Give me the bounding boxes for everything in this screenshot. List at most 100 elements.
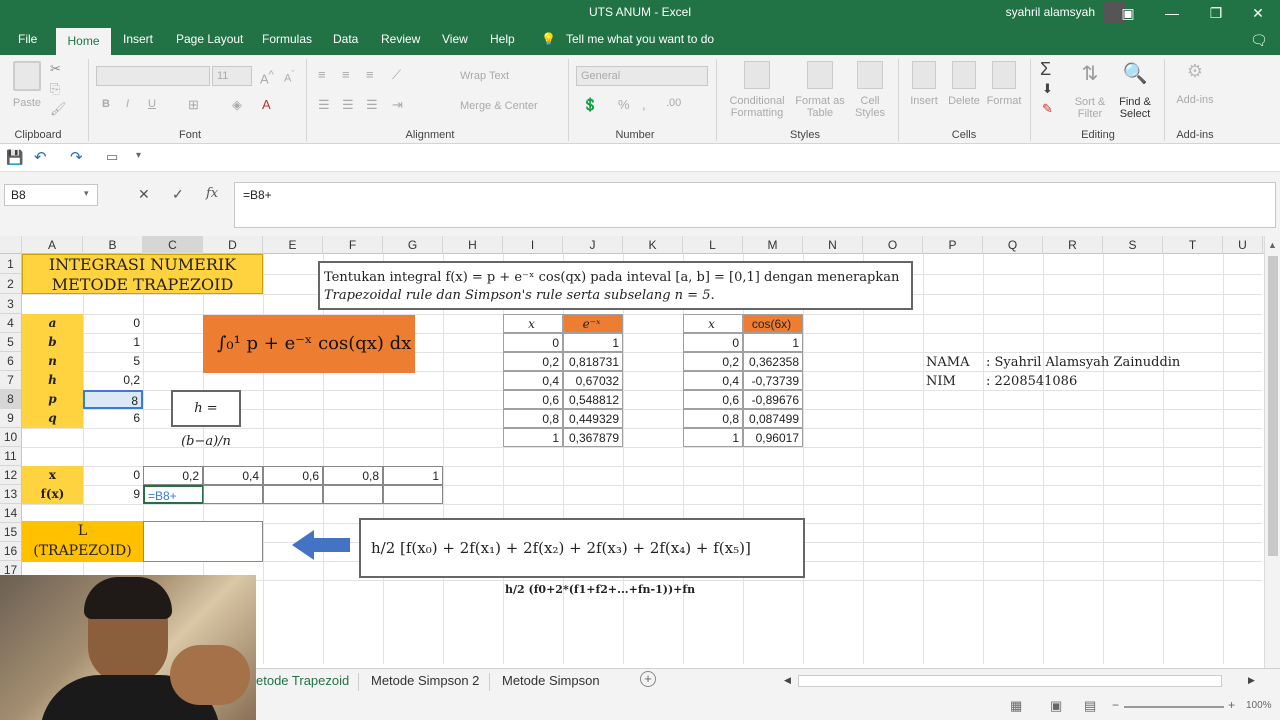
- name-box-dropdown-icon[interactable]: ▾: [84, 188, 89, 199]
- page-layout-view-icon[interactable]: ▣: [1050, 698, 1062, 714]
- active-edit-cell-c13[interactable]: =B8+: [143, 485, 204, 504]
- exp-table-x[interactable]: 0,2: [503, 352, 563, 371]
- sheet-tab-trapezoid[interactable]: etode Trapezoid: [256, 673, 349, 688]
- x-value[interactable]: 0: [83, 466, 143, 485]
- x-value[interactable]: 0,2: [143, 466, 203, 485]
- param-value[interactable]: 5: [83, 352, 143, 371]
- italic-button[interactable]: I: [126, 98, 129, 110]
- cancel-icon[interactable]: ✕: [138, 186, 150, 203]
- delete-cells-button[interactable]: Delete: [944, 61, 984, 107]
- zoom-level[interactable]: 100%: [1246, 700, 1272, 711]
- zoom-out-icon[interactable]: −: [1112, 698, 1119, 712]
- tab-review[interactable]: Review: [381, 32, 420, 46]
- zoom-in-icon[interactable]: +: [1228, 698, 1235, 712]
- column-header[interactable]: P: [923, 236, 983, 254]
- fx-empty-cell[interactable]: [203, 485, 263, 504]
- insert-cells-button[interactable]: Insert: [904, 61, 944, 107]
- column-header[interactable]: L: [683, 236, 743, 254]
- tell-me-box[interactable]: Tell me what you want to do: [566, 32, 714, 46]
- param-label[interactable]: a: [22, 314, 83, 333]
- fill-icon[interactable]: ⬇: [1042, 81, 1053, 97]
- customize-qat-icon[interactable]: ▾: [136, 150, 141, 161]
- indent-icon[interactable]: ⇥: [392, 97, 403, 113]
- redo-icon[interactable]: ↷: [70, 148, 83, 166]
- column-header[interactable]: C: [143, 236, 203, 254]
- cos-table-f[interactable]: 0,362358: [743, 352, 803, 371]
- format-as-table-button[interactable]: Format as Table: [792, 61, 848, 119]
- bold-button[interactable]: B: [102, 98, 110, 110]
- percent-icon[interactable]: %: [618, 97, 630, 112]
- underline-button[interactable]: U: [148, 98, 156, 110]
- x-value[interactable]: 0,4: [203, 466, 263, 485]
- exp-table-f[interactable]: 0,367879: [563, 428, 623, 447]
- decrease-font-icon[interactable]: Aˇ: [284, 69, 294, 85]
- param-label[interactable]: b: [22, 333, 83, 352]
- row-header[interactable]: 6: [0, 352, 22, 371]
- align-middle-icon[interactable]: ≡: [342, 67, 350, 82]
- formula-input[interactable]: =B8+: [234, 182, 1276, 228]
- column-header[interactable]: T: [1163, 236, 1223, 254]
- vertical-scrollbar[interactable]: ▲: [1264, 236, 1280, 668]
- exp-table-f[interactable]: 0,449329: [563, 409, 623, 428]
- column-header[interactable]: F: [323, 236, 383, 254]
- align-right-icon[interactable]: ☰: [366, 97, 378, 113]
- currency-icon[interactable]: 💲: [582, 97, 598, 113]
- align-top-icon[interactable]: ≡: [318, 67, 326, 82]
- tab-insert[interactable]: Insert: [123, 32, 153, 46]
- param-value[interactable]: 0: [83, 314, 143, 333]
- exp-table-x[interactable]: 0,4: [503, 371, 563, 390]
- font-name-dropdown[interactable]: [96, 66, 210, 86]
- fx-value[interactable]: 9: [83, 485, 143, 504]
- merge-center-button[interactable]: Merge & Center: [460, 100, 538, 112]
- page-break-view-icon[interactable]: ▤: [1084, 698, 1096, 714]
- row-header[interactable]: 7: [0, 371, 22, 390]
- undo-icon[interactable]: ↶: [34, 148, 47, 166]
- sheet-tab-simpson-2[interactable]: Metode Simpson 2: [371, 673, 479, 688]
- row-header[interactable]: 4: [0, 314, 22, 333]
- param-label[interactable]: n: [22, 352, 83, 371]
- column-header[interactable]: A: [22, 236, 83, 254]
- fx-empty-cell[interactable]: [263, 485, 323, 504]
- user-name[interactable]: syahril alamsyah: [1006, 5, 1095, 19]
- column-header[interactable]: R: [1043, 236, 1103, 254]
- add-sheet-icon[interactable]: +: [640, 671, 656, 687]
- comma-icon[interactable]: ,: [642, 97, 646, 112]
- fx-empty-cell[interactable]: [383, 485, 443, 504]
- tab-help[interactable]: Help: [490, 32, 515, 46]
- ribbon-display-icon[interactable]: ▣: [1108, 2, 1148, 24]
- column-header[interactable]: E: [263, 236, 323, 254]
- form-icon[interactable]: ▭: [106, 149, 118, 165]
- column-header[interactable]: H: [443, 236, 503, 254]
- param-label[interactable]: p: [22, 390, 83, 409]
- number-format-dropdown[interactable]: General: [576, 66, 708, 86]
- x-value[interactable]: 0,6: [263, 466, 323, 485]
- tab-view[interactable]: View: [442, 32, 468, 46]
- row-header[interactable]: 1: [0, 254, 22, 274]
- sort-filter-button[interactable]: ⇅ Sort & Filter: [1070, 61, 1110, 120]
- cut-icon[interactable]: ✂: [50, 61, 61, 77]
- restore-icon[interactable]: ❐: [1196, 2, 1236, 24]
- column-header[interactable]: M: [743, 236, 803, 254]
- fill-color-icon[interactable]: ◈: [232, 97, 242, 113]
- row-header[interactable]: 14: [0, 504, 22, 523]
- exp-table-f[interactable]: 0,67032: [563, 371, 623, 390]
- column-header[interactable]: J: [563, 236, 623, 254]
- normal-view-icon[interactable]: ▦: [1010, 698, 1022, 714]
- font-size-dropdown[interactable]: 11: [212, 66, 252, 86]
- column-header[interactable]: D: [203, 236, 263, 254]
- cos-table-x[interactable]: 0,2: [683, 352, 743, 371]
- align-bottom-icon[interactable]: ≡: [366, 67, 374, 82]
- row-header[interactable]: 11: [0, 447, 22, 466]
- exp-table-f[interactable]: 0,818731: [563, 352, 623, 371]
- cos-table-f[interactable]: 1: [743, 333, 803, 352]
- sheet-tab-simpson[interactable]: Metode Simpson: [502, 673, 600, 688]
- paste-button[interactable]: Paste: [10, 61, 44, 121]
- borders-icon[interactable]: ⊞: [188, 97, 199, 113]
- l-trapezoid-result[interactable]: [143, 521, 263, 562]
- cos-table-x[interactable]: 0: [683, 333, 743, 352]
- cos-table-x[interactable]: 1: [683, 428, 743, 447]
- hscroll-left-icon[interactable]: ◀: [784, 675, 791, 686]
- exp-table-x[interactable]: 1: [503, 428, 563, 447]
- x-row-label[interactable]: x: [22, 466, 83, 485]
- row-header[interactable]: 16: [0, 542, 22, 561]
